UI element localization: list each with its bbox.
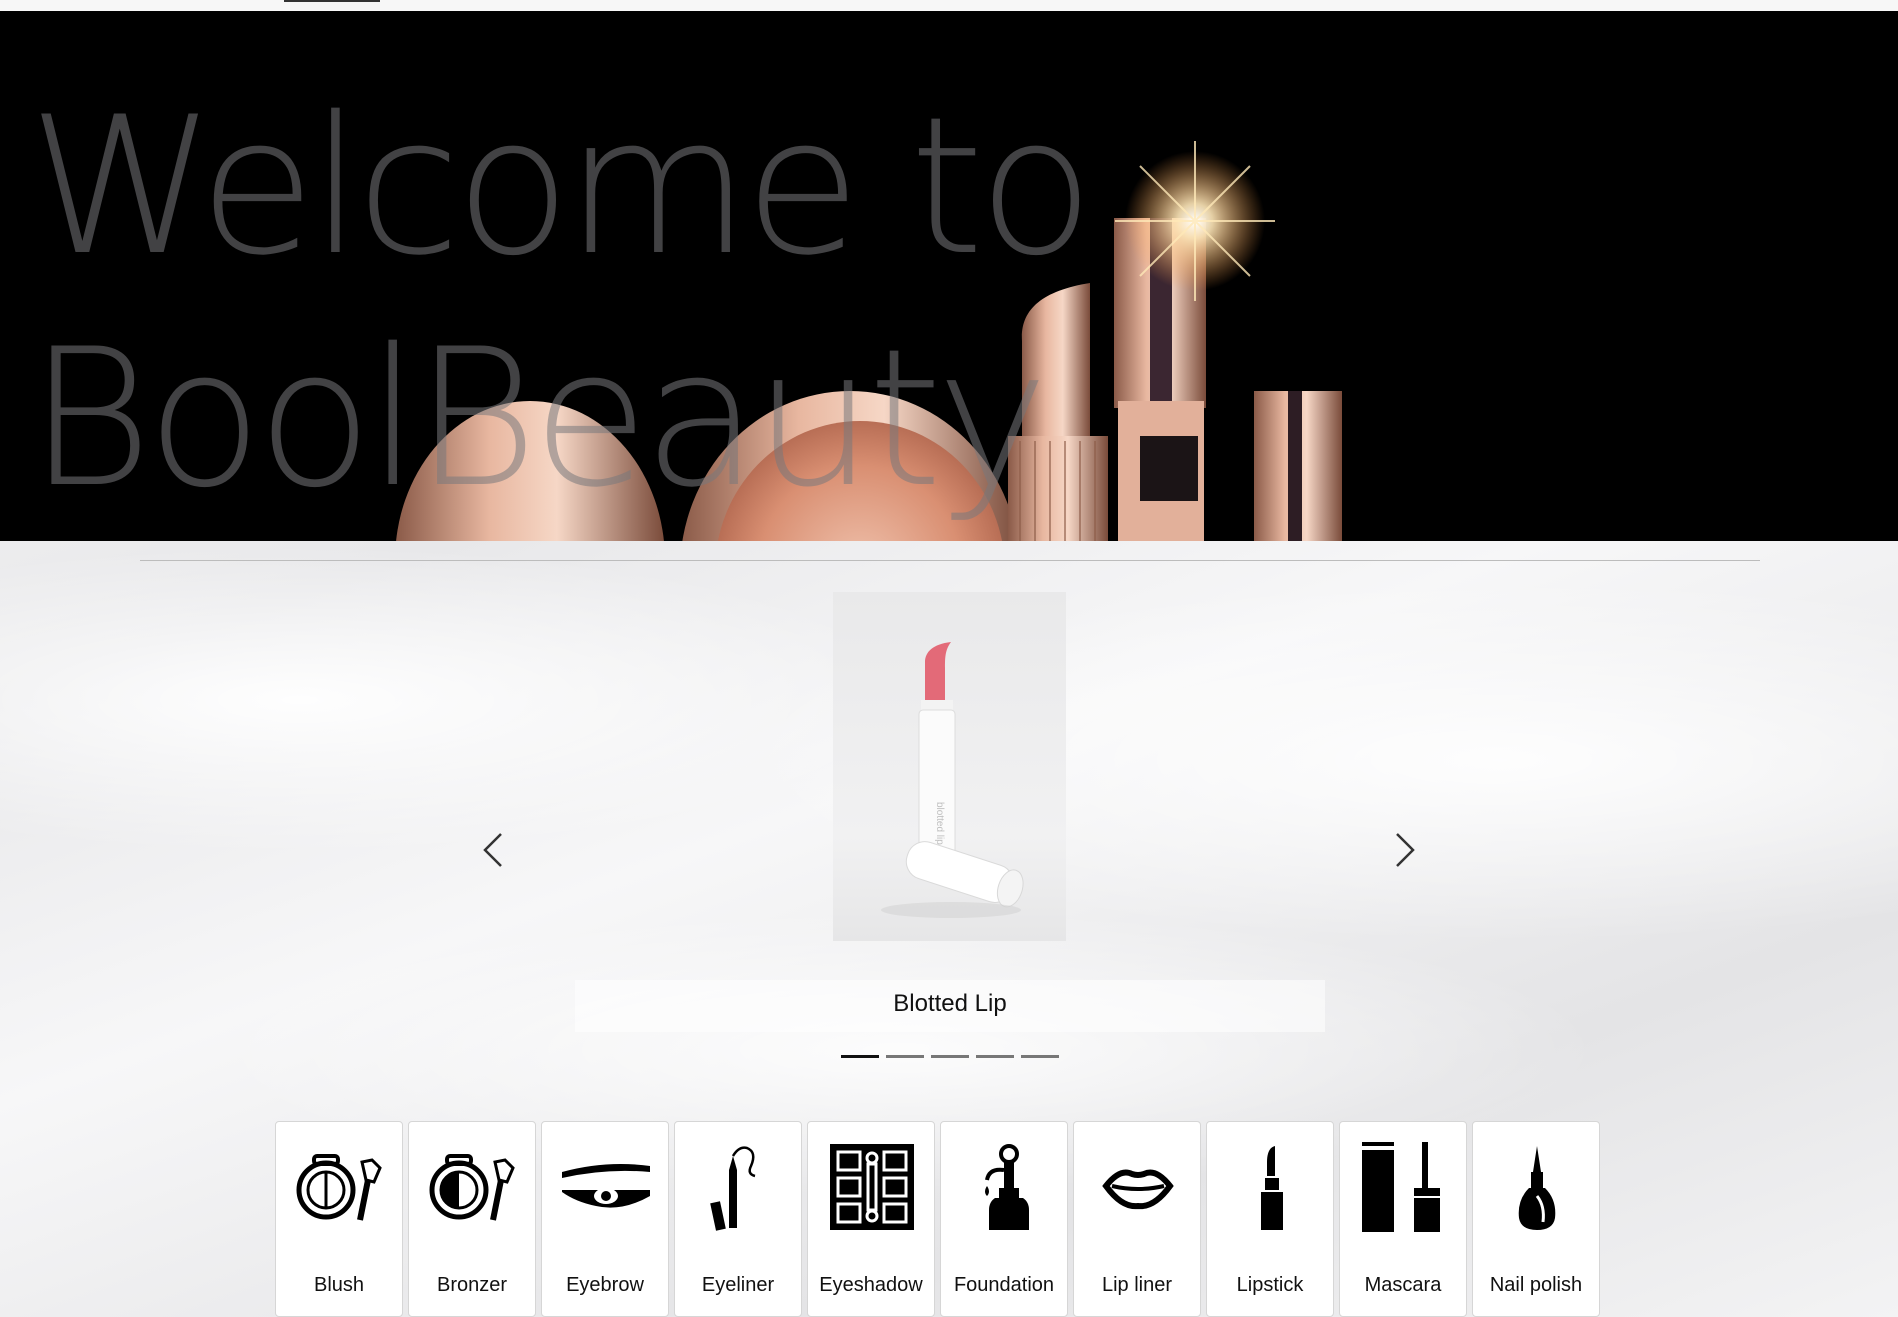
hero-title: Welcome to BoolBeauty [28,71,1128,535]
category-label: Lip liner [1101,1274,1173,1296]
category-list: Blush Bronzer Eyebrow Eyeliner Eyeshadow… [275,1121,1600,1317]
navbar-active-indicator [284,0,380,2]
hero-title-line-2: BoolBeauty [28,308,1049,529]
carousel-indicator-5[interactable] [1021,1055,1059,1058]
carousel-slide-image[interactable]: blotted lip [833,592,1066,941]
eyebrow-icon [562,1164,650,1208]
foundation-bottle-icon [985,1144,1029,1230]
category-card-blush[interactable]: Blush [275,1121,403,1317]
category-label: Nail polish [1489,1274,1583,1296]
category-card-eyebrow[interactable]: Eyebrow [541,1121,669,1317]
carousel-indicator-1[interactable] [841,1055,879,1058]
lipstick-product-image: blotted lip [881,642,1024,918]
section-divider [140,560,1760,561]
category-label: Bronzer [436,1274,508,1296]
svg-text:blotted lip: blotted lip [934,802,945,845]
carousel-caption: Blotted Lip [893,990,1007,1017]
category-card-eyeliner[interactable]: Eyeliner [674,1121,802,1317]
mascara-icon [1362,1142,1440,1232]
eyeshadow-palette-icon [830,1144,914,1230]
carousel-indicator-2[interactable] [886,1055,924,1058]
hero-title-line-1: Welcome to [28,76,1094,297]
category-label: Lipstick [1236,1274,1304,1296]
top-navbar [0,0,1898,11]
category-card-bronzer[interactable]: Bronzer [408,1121,536,1317]
category-card-mascara[interactable]: Mascara [1339,1121,1467,1317]
category-label: Foundation [953,1274,1055,1296]
blush-compact-icon [296,1154,382,1221]
category-label: Eyeshadow [819,1274,923,1296]
product-carousel: blotted lip Blotted Lip [483,590,1415,1070]
category-card-nail-polish[interactable]: Nail polish [1472,1121,1600,1317]
carousel-indicator-4[interactable] [976,1055,1014,1058]
bronzer-compact-icon [429,1154,515,1221]
category-label: Eyeliner [701,1274,775,1296]
carousel-prev-button[interactable] [473,820,513,880]
category-label: Eyebrow [566,1274,644,1296]
hero-banner: Welcome to BoolBeauty [0,11,1898,541]
category-card-lip-liner[interactable]: Lip liner [1073,1121,1201,1317]
chevron-right-icon [1396,833,1415,867]
category-card-lipstick[interactable]: Lipstick [1206,1121,1334,1317]
category-card-foundation[interactable]: Foundation [940,1121,1068,1317]
category-card-eyeshadow[interactable]: Eyeshadow [807,1121,935,1317]
chevron-left-icon [483,833,502,867]
carousel-next-button[interactable] [1385,820,1425,880]
carousel-indicator-3[interactable] [931,1055,969,1058]
category-label: Mascara [1364,1274,1442,1296]
carousel-indicators [841,1055,1059,1061]
lips-icon [1102,1169,1174,1210]
lipstick-icon [1261,1146,1283,1230]
eyeliner-pencil-icon [710,1146,756,1231]
category-label: Blush [313,1274,365,1296]
nail-polish-icon [1518,1146,1556,1230]
